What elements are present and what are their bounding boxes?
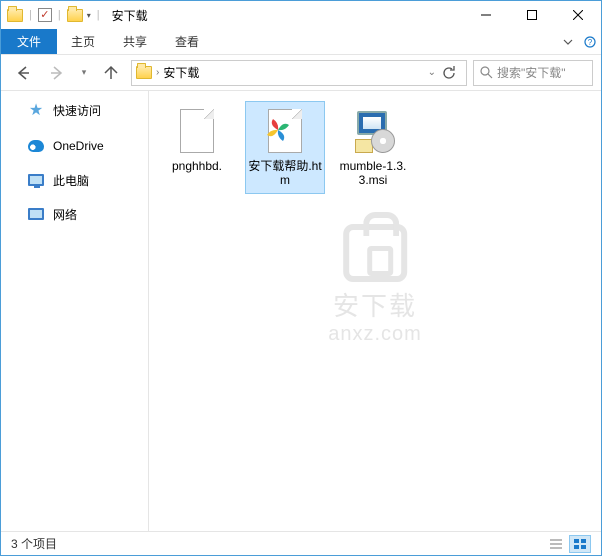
watermark: 安下载 anxz.com bbox=[328, 224, 422, 346]
properties-qat-icon[interactable]: ✓ bbox=[38, 8, 52, 22]
close-icon bbox=[573, 10, 583, 20]
sidebar-item-onedrive[interactable]: OneDrive bbox=[1, 133, 148, 159]
breadcrumb[interactable]: › 安下载 ⌄ bbox=[131, 60, 467, 86]
file-item-msi[interactable]: mumble-1.3.3.msi bbox=[333, 101, 413, 194]
status-bar: 3 个项目 bbox=[1, 531, 601, 555]
status-item-count: 3 个项目 bbox=[11, 535, 57, 552]
titlebar-left: | ✓ | ▾ | 安下载 bbox=[1, 7, 148, 24]
watermark-text2: anxz.com bbox=[328, 323, 422, 346]
file-list[interactable]: pnghhbd. 安下载帮助.htm bbox=[149, 91, 601, 531]
sidebar-item-quick-access[interactable]: ★ 快速访问 bbox=[1, 97, 148, 123]
breadcrumb-folder-icon bbox=[136, 66, 152, 79]
tab-home[interactable]: 主页 bbox=[57, 29, 109, 54]
back-arrow-icon bbox=[15, 65, 31, 81]
refresh-icon[interactable] bbox=[442, 66, 456, 80]
forward-arrow-icon bbox=[49, 65, 65, 81]
tab-share[interactable]: 共享 bbox=[109, 29, 161, 54]
ribbon-tabs: 文件 主页 共享 查看 ? bbox=[1, 29, 601, 55]
sidebar-item-label: 快速访问 bbox=[53, 102, 101, 119]
sidebar-item-this-pc[interactable]: 此电脑 bbox=[1, 167, 148, 193]
details-view-button[interactable] bbox=[545, 535, 567, 553]
file-label: mumble-1.3.3.msi bbox=[335, 159, 411, 188]
forward-button[interactable] bbox=[43, 60, 71, 86]
pc-icon bbox=[27, 171, 45, 189]
qat-divider: | bbox=[58, 9, 61, 21]
sidebar-item-label: 此电脑 bbox=[53, 172, 89, 189]
network-icon bbox=[27, 205, 45, 223]
view-switch bbox=[545, 535, 591, 553]
minimize-button[interactable] bbox=[463, 1, 509, 29]
window-title: 安下载 bbox=[112, 7, 148, 24]
search-input[interactable]: 搜索"安下载" bbox=[473, 60, 593, 86]
star-icon: ★ bbox=[27, 101, 45, 119]
svg-text:?: ? bbox=[588, 38, 593, 47]
watermark-text1: 安下载 bbox=[328, 286, 422, 323]
file-item-htm[interactable]: 安下载帮助.htm bbox=[245, 101, 325, 194]
htm-file-icon bbox=[261, 107, 309, 155]
back-button[interactable] bbox=[9, 60, 37, 86]
close-button[interactable] bbox=[555, 1, 601, 29]
qat-divider: | bbox=[29, 9, 32, 21]
help-button[interactable]: ? bbox=[579, 29, 601, 54]
sidebar-item-label: OneDrive bbox=[53, 139, 104, 153]
sidebar-item-network[interactable]: 网络 bbox=[1, 201, 148, 227]
window-controls bbox=[463, 1, 601, 29]
breadcrumb-location[interactable]: 安下载 bbox=[163, 64, 199, 81]
up-button[interactable] bbox=[97, 60, 125, 86]
file-label: pnghhbd. bbox=[172, 159, 222, 173]
onedrive-icon bbox=[27, 137, 45, 155]
breadcrumb-dropdown-icon[interactable]: ⌄ bbox=[428, 67, 436, 78]
tab-view[interactable]: 查看 bbox=[161, 29, 213, 54]
qat-dropdown-icon[interactable]: ▾ bbox=[87, 11, 91, 20]
search-placeholder: 搜索"安下载" bbox=[497, 64, 566, 81]
navigation-pane: ★ 快速访问 OneDrive 此电脑 网络 bbox=[1, 91, 149, 531]
watermark-bag-icon bbox=[343, 224, 407, 282]
file-item-pnghhbd[interactable]: pnghhbd. bbox=[157, 101, 237, 179]
qat-divider: | bbox=[97, 9, 100, 21]
file-label: 安下载帮助.htm bbox=[247, 159, 323, 188]
file-icon bbox=[173, 107, 221, 155]
folder-icon bbox=[7, 9, 23, 22]
titlebar: | ✓ | ▾ | 安下载 bbox=[1, 1, 601, 29]
recent-locations-button[interactable]: ▾ bbox=[77, 67, 91, 78]
details-view-icon bbox=[550, 539, 562, 549]
pinwheel-icon bbox=[265, 117, 291, 143]
tab-file[interactable]: 文件 bbox=[1, 29, 57, 54]
explorer-body: ★ 快速访问 OneDrive 此电脑 网络 pnghhbd. bbox=[1, 91, 601, 531]
msi-file-icon bbox=[349, 107, 397, 155]
icons-view-button[interactable] bbox=[569, 535, 591, 553]
breadcrumb-sep-icon: › bbox=[156, 67, 159, 78]
search-icon bbox=[480, 66, 493, 79]
icons-view-icon bbox=[574, 539, 586, 549]
ribbon-expand-button[interactable] bbox=[557, 29, 579, 54]
help-icon: ? bbox=[584, 36, 596, 48]
chevron-down-icon bbox=[563, 37, 573, 47]
maximize-icon bbox=[527, 10, 537, 20]
minimize-icon bbox=[481, 10, 491, 20]
maximize-button[interactable] bbox=[509, 1, 555, 29]
sidebar-item-label: 网络 bbox=[53, 206, 77, 223]
up-arrow-icon bbox=[103, 65, 119, 81]
address-bar: ▾ › 安下载 ⌄ 搜索"安下载" bbox=[1, 55, 601, 91]
new-folder-qat-icon[interactable] bbox=[67, 9, 83, 22]
